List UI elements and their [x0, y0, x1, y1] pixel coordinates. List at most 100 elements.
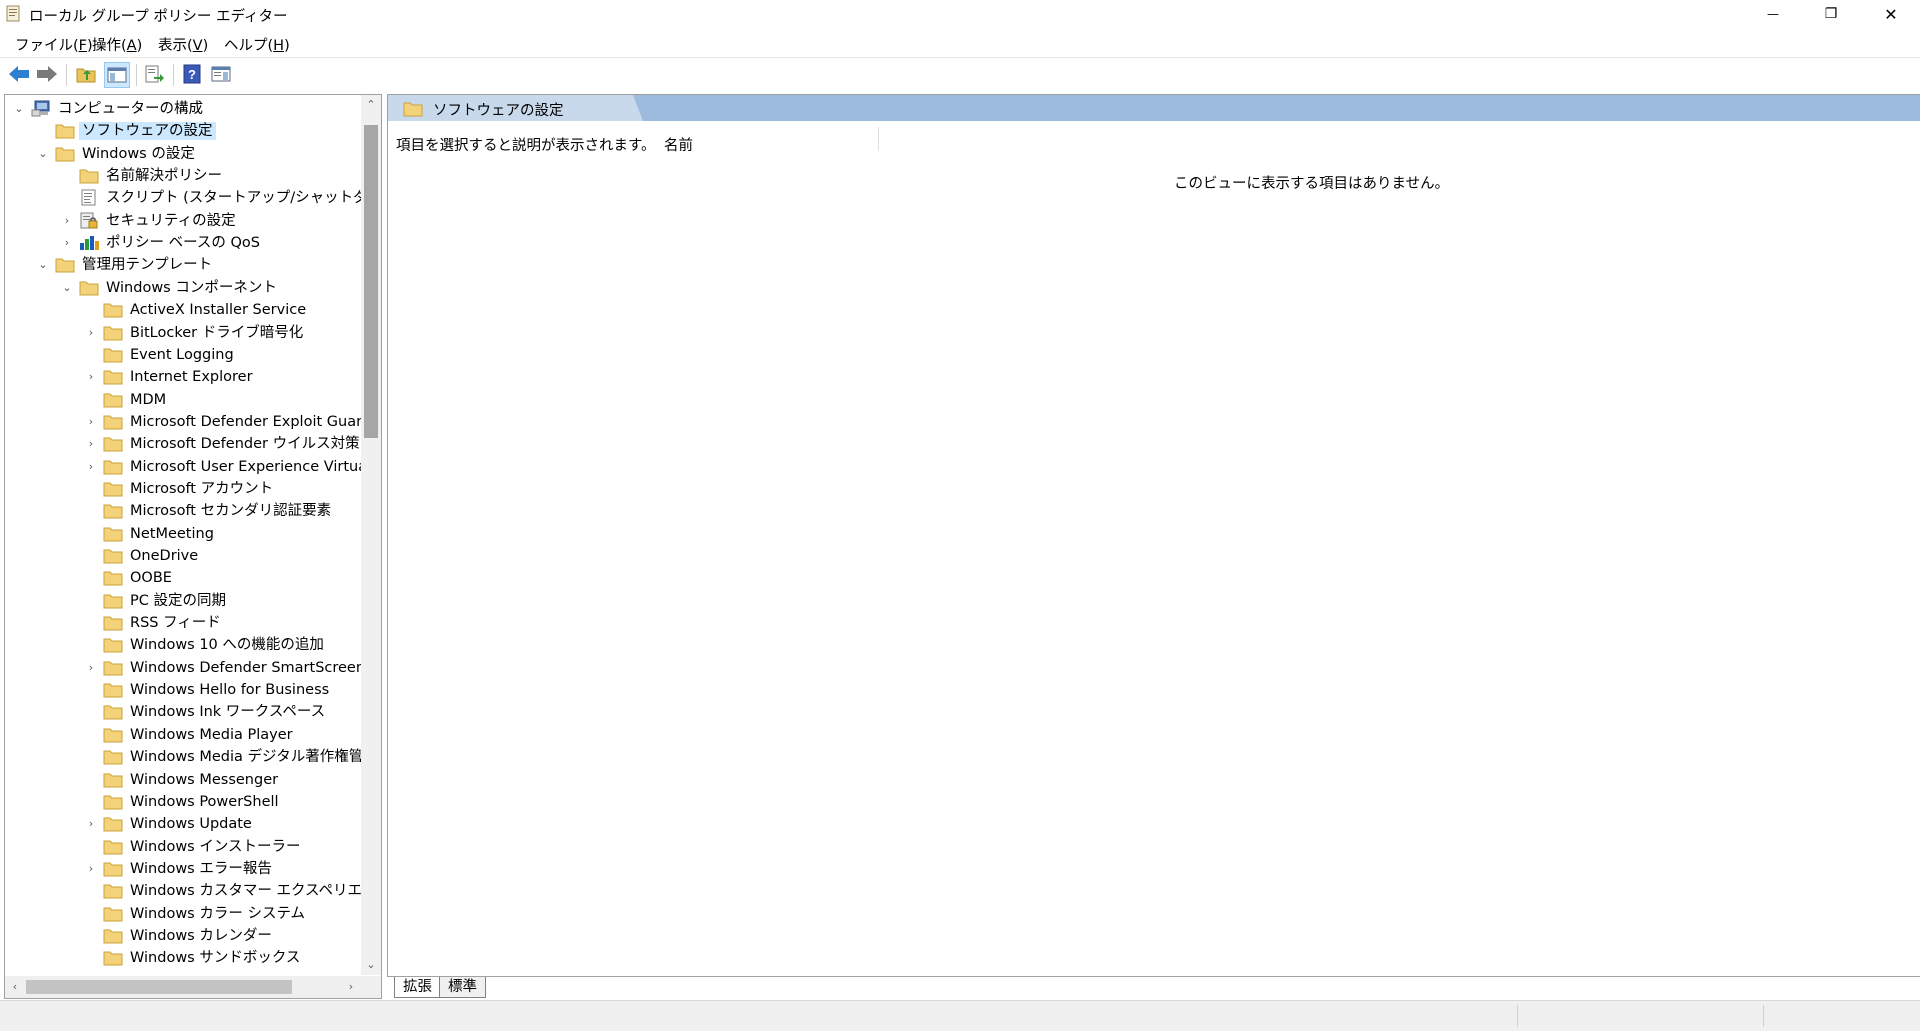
folder-icon: [103, 771, 123, 788]
tree-item[interactable]: Windows カラー システム: [5, 903, 361, 925]
expand-chevron-icon[interactable]: ›: [61, 213, 73, 229]
tree-expander-placeholder: [85, 481, 97, 497]
tree-item[interactable]: › Microsoft Defender Exploit Guard: [5, 411, 361, 433]
show-hide-action-pane-button[interactable]: [209, 62, 233, 86]
tree-item[interactable]: 名前解決ポリシー: [5, 165, 361, 187]
qos-chart-icon: [79, 234, 99, 251]
tree-vertical-scrollbar[interactable]: ⌃ ⌄: [361, 95, 381, 975]
tree-item[interactable]: › Windows エラー報告: [5, 858, 361, 880]
tree-item[interactable]: ⌄ 管理用テンプレート: [5, 254, 361, 276]
tree-horizontal-scrollbar[interactable]: ‹ ›: [5, 976, 361, 998]
tree-item[interactable]: Windows Hello for Business: [5, 679, 361, 701]
tree-item[interactable]: MDM: [5, 389, 361, 411]
tab-extended[interactable]: 拡張: [394, 977, 441, 998]
tree-item[interactable]: NetMeeting: [5, 523, 361, 545]
scroll-down-icon[interactable]: ⌄: [361, 955, 381, 975]
expand-chevron-icon[interactable]: ›: [85, 816, 97, 832]
tree-item[interactable]: › セキュリティの設定: [5, 210, 361, 232]
collapse-chevron-icon[interactable]: ⌄: [37, 146, 49, 162]
tree-item-label: Event Logging: [130, 346, 234, 363]
tree-expander-placeholder: [61, 190, 73, 206]
expand-chevron-icon[interactable]: ›: [61, 235, 73, 251]
tree-item[interactable]: › Windows Update: [5, 813, 361, 835]
column-divider[interactable]: [878, 127, 879, 151]
menu-help[interactable]: ヘルプ(H): [224, 34, 290, 55]
tree-item[interactable]: ⌄ コンピューターの構成: [5, 98, 361, 120]
tree-item[interactable]: ⌄ Windows の設定: [5, 143, 361, 165]
tree-item[interactable]: OneDrive: [5, 545, 361, 567]
tree-item[interactable]: Windows Messenger: [5, 769, 361, 791]
tree-item[interactable]: ActiveX Installer Service: [5, 299, 361, 321]
tree-item-label: Windows 10 への機能の追加: [130, 637, 324, 654]
expand-chevron-icon[interactable]: ›: [85, 325, 97, 341]
scroll-thumb[interactable]: [364, 125, 378, 438]
export-list-button[interactable]: [142, 62, 166, 86]
folder-icon: [103, 413, 123, 430]
folder-icon: [103, 301, 123, 318]
restore-button[interactable]: ❐: [1802, 0, 1860, 28]
scroll-left-icon[interactable]: ‹: [5, 976, 25, 998]
folder-icon: [103, 614, 123, 631]
security-settings-icon: [79, 212, 99, 229]
tree-item[interactable]: Microsoft アカウント: [5, 478, 361, 500]
tree-item[interactable]: Windows カレンダー: [5, 925, 361, 947]
forward-button[interactable]: [35, 62, 59, 86]
tree-item[interactable]: Windows 10 への機能の追加: [5, 634, 361, 656]
minimize-icon: —: [1767, 7, 1779, 21]
collapse-chevron-icon[interactable]: ⌄: [13, 101, 25, 117]
tree-item[interactable]: Windows カスタマー エクスペリエンス向.: [5, 880, 361, 902]
show-hide-tree-button[interactable]: [104, 62, 130, 88]
expand-chevron-icon[interactable]: ›: [85, 436, 97, 452]
tree-item[interactable]: › Microsoft Defender ウイルス対策: [5, 433, 361, 455]
collapse-chevron-icon[interactable]: ⌄: [37, 257, 49, 273]
tree-item[interactable]: ⌄ Windows コンポーネント: [5, 277, 361, 299]
help-button[interactable]: ?: [180, 62, 204, 86]
tree-expander-placeholder: [85, 615, 97, 631]
tree-item[interactable]: Windows Media デジタル著作権管理: [5, 746, 361, 768]
tree-item[interactable]: Event Logging: [5, 344, 361, 366]
folder-icon: [103, 391, 123, 408]
scroll-up-icon[interactable]: ⌃: [361, 95, 381, 115]
tree-item[interactable]: Windows PowerShell: [5, 791, 361, 813]
tree-item[interactable]: › Microsoft User Experience Virtualiza: [5, 456, 361, 478]
tree-item[interactable]: Windows インストーラー: [5, 836, 361, 858]
details-pane: ソフトウェアの設定 項目を選択すると説明が表示されます。 名前 このビューに表示…: [387, 94, 1920, 977]
folder-icon: [103, 368, 123, 385]
tree-item[interactable]: Windows Ink ワークスペース: [5, 701, 361, 723]
tree-item[interactable]: Windows サンドボックス: [5, 947, 361, 969]
tree-item[interactable]: スクリプト (スタートアップ/シャットダウン): [5, 187, 361, 209]
tab-standard[interactable]: 標準: [439, 977, 486, 998]
folder-icon: [103, 949, 123, 966]
tree-item[interactable]: Windows Media Player: [5, 724, 361, 746]
collapse-chevron-icon[interactable]: ⌄: [61, 280, 73, 296]
close-button[interactable]: ✕: [1862, 0, 1920, 28]
tree-item[interactable]: › BitLocker ドライブ暗号化: [5, 322, 361, 344]
tree-item[interactable]: › ポリシー ベースの QoS: [5, 232, 361, 254]
tree-item-label: Windows カラー システム: [130, 905, 306, 922]
tree-item[interactable]: OOBE: [5, 567, 361, 589]
back-button[interactable]: [7, 62, 31, 86]
tree-item[interactable]: Microsoft セカンダリ認証要素: [5, 500, 361, 522]
expand-chevron-icon[interactable]: ›: [85, 459, 97, 475]
tree-item[interactable]: PC 設定の同期: [5, 590, 361, 612]
tree-item-label: Windows Messenger: [130, 771, 279, 788]
tree-item[interactable]: RSS フィード: [5, 612, 361, 634]
expand-chevron-icon[interactable]: ›: [85, 660, 97, 676]
scroll-right-icon[interactable]: ›: [341, 976, 361, 998]
up-one-level-button[interactable]: [74, 62, 98, 86]
menu-file[interactable]: ファイル(F): [15, 34, 93, 55]
folder-icon: [103, 569, 123, 586]
tree-item-label: Windows Ink ワークスペース: [130, 704, 326, 721]
menu-action[interactable]: 操作(A): [92, 34, 142, 55]
tree-item[interactable]: ソフトウェアの設定: [5, 120, 361, 142]
menu-view[interactable]: 表示(V): [158, 34, 208, 55]
column-header-name[interactable]: 名前: [664, 134, 693, 155]
tree-item[interactable]: › Windows Defender SmartScreen: [5, 657, 361, 679]
tree-item[interactable]: › Internet Explorer: [5, 366, 361, 388]
folder-icon: [103, 636, 123, 653]
minimize-button[interactable]: —: [1744, 0, 1802, 28]
expand-chevron-icon[interactable]: ›: [85, 369, 97, 385]
expand-chevron-icon[interactable]: ›: [85, 861, 97, 877]
expand-chevron-icon[interactable]: ›: [85, 414, 97, 430]
horizontal-scroll-thumb[interactable]: [26, 980, 292, 994]
